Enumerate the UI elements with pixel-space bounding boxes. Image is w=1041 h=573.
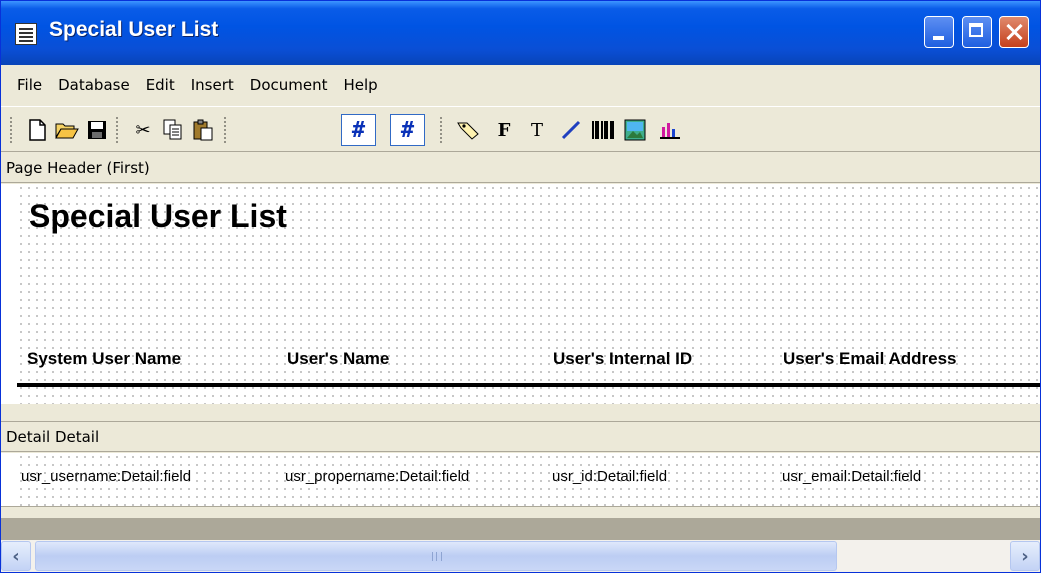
window-title: Special User List	[49, 18, 219, 41]
cut-icon[interactable]: ✂	[129, 116, 157, 144]
scroll-left-button[interactable]: ‹	[1, 541, 31, 571]
column-header-system-user-name[interactable]: System User Name	[27, 349, 181, 369]
report-designer-window: Special User List File Database Edit Ins…	[0, 0, 1041, 573]
detail-band[interactable]: Detail Detail	[1, 421, 1040, 452]
menu-document[interactable]: Document	[242, 65, 336, 105]
header-separator-line[interactable]	[17, 383, 1040, 387]
new-document-icon[interactable]	[23, 116, 51, 144]
toolbar: ✂ # # F T	[1, 106, 1040, 152]
text-tool-icon[interactable]: T	[523, 116, 551, 144]
menu-bar: File Database Edit Insert Document Help	[1, 65, 1040, 105]
report-title-label[interactable]: Special User List	[29, 198, 287, 235]
title-bar[interactable]: Special User List	[1, 1, 1040, 65]
detail-field-propername[interactable]: usr_propername:Detail:field	[285, 468, 469, 485]
column-header-internal-id[interactable]: User's Internal ID	[553, 349, 692, 369]
scroll-right-button[interactable]: ›	[1010, 541, 1040, 571]
save-icon[interactable]	[83, 116, 111, 144]
snap-to-grid-icon[interactable]: #	[390, 114, 425, 146]
toolbar-grip[interactable]	[439, 116, 444, 144]
column-header-email-address[interactable]: User's Email Address	[783, 349, 957, 369]
detail-field-id[interactable]: usr_id:Detail:field	[552, 468, 667, 485]
toolbar-grip[interactable]	[9, 116, 14, 144]
toolbar-grip[interactable]	[223, 116, 228, 144]
menu-insert[interactable]: Insert	[183, 65, 242, 105]
label-tool-icon[interactable]	[454, 116, 482, 144]
line-tool-icon[interactable]	[557, 116, 585, 144]
menu-edit[interactable]: Edit	[138, 65, 183, 105]
scrollbar-thumb[interactable]	[35, 541, 837, 571]
menu-file[interactable]: File	[9, 65, 50, 105]
image-tool-icon[interactable]	[621, 116, 649, 144]
empty-design-area	[1, 518, 1040, 540]
barcode-tool-icon[interactable]	[589, 116, 617, 144]
detail-field-email[interactable]: usr_email:Detail:field	[782, 468, 921, 485]
menu-database[interactable]: Database	[50, 65, 138, 105]
detail-left-margin	[1, 453, 17, 506]
toolbar-grip[interactable]	[115, 116, 120, 144]
column-header-users-name[interactable]: User's Name	[287, 349, 389, 369]
close-button[interactable]	[999, 16, 1029, 48]
chart-tool-icon[interactable]	[656, 116, 684, 144]
grid-toggle-icon[interactable]: #	[341, 114, 376, 146]
page-header-canvas[interactable]: Special User List System User Name User'…	[17, 184, 1040, 404]
paste-icon[interactable]	[189, 116, 217, 144]
field-tool-icon[interactable]: F	[490, 116, 518, 144]
detail-field-username[interactable]: usr_username:Detail:field	[21, 468, 191, 485]
horizontal-scrollbar[interactable]: ‹ ›	[1, 540, 1040, 572]
page-header-band[interactable]: Page Header (First)	[1, 153, 1040, 183]
header-left-margin	[1, 184, 17, 404]
copy-icon[interactable]	[159, 116, 187, 144]
maximize-button[interactable]	[962, 16, 992, 48]
detail-canvas[interactable]: usr_username:Detail:field usr_propername…	[17, 453, 1040, 506]
menu-help[interactable]: Help	[336, 65, 386, 105]
open-folder-icon[interactable]	[53, 116, 81, 144]
minimize-button[interactable]	[924, 16, 954, 48]
document-app-icon	[15, 23, 37, 45]
